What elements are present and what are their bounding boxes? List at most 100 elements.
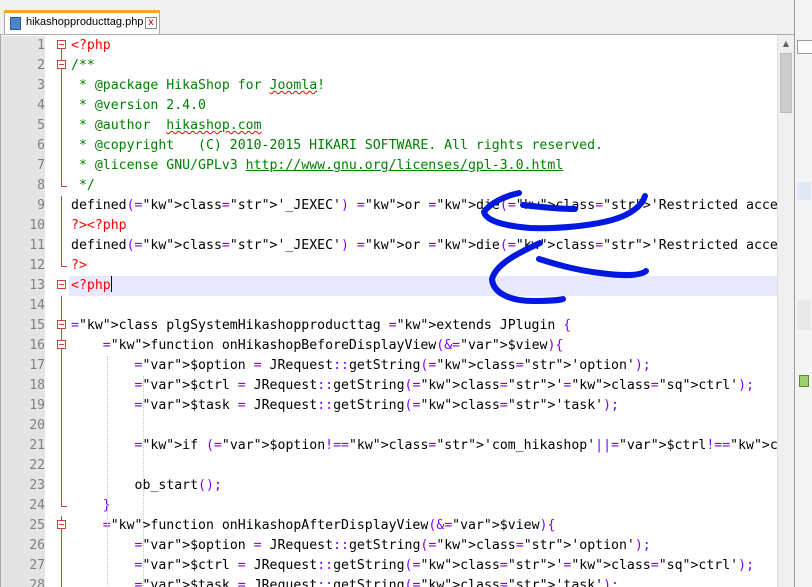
code-line[interactable]: 21 ="kw">if (="var">$option!=="kw">class… xyxy=(1,436,794,456)
text-caret xyxy=(110,276,112,292)
code-line[interactable]: 20 xyxy=(1,416,794,436)
code-line[interactable]: 22 xyxy=(1,456,794,476)
code-line[interactable]: 1 <?php xyxy=(1,36,794,56)
line-number-text: 21 xyxy=(29,438,45,453)
line-number-text: 2 xyxy=(37,58,45,73)
fold-line xyxy=(61,476,62,496)
code-line[interactable]: 28 ="var">$task = JRequest::getString(="… xyxy=(1,576,794,587)
line-number-text: 9 xyxy=(37,198,45,213)
fold-margin xyxy=(45,216,69,236)
line-number: 3 xyxy=(1,76,45,96)
line-number: 8 xyxy=(1,176,45,196)
code-text: <?php xyxy=(71,38,111,53)
fold-line xyxy=(61,376,62,396)
line-number-text: 27 xyxy=(29,558,45,573)
file-tab[interactable]: hikashopproducttag.php x xyxy=(4,10,160,34)
code-text: * @license GNU/GPLv3 http://www.gnu.org/… xyxy=(71,158,564,173)
line-number-text: 4 xyxy=(37,98,45,113)
fold-line xyxy=(61,436,62,456)
code-line[interactable]: 9 defined(="kw">class="str">'_JEXEC') ="k… xyxy=(1,196,794,216)
fold-margin xyxy=(45,276,69,296)
fold-toggle-icon[interactable] xyxy=(57,340,66,349)
line-number: 17 xyxy=(1,356,45,376)
code-editor[interactable]: 1 <?php 2 /** 3 * @package HikaShop for Joom… xyxy=(0,35,794,587)
line-number-text: 1 xyxy=(37,38,45,53)
fold-margin xyxy=(45,476,69,496)
file-tab-label: hikashopproducttag.php xyxy=(26,16,144,28)
fold-end-tick xyxy=(61,506,67,507)
background-window xyxy=(794,0,812,587)
code-line[interactable]: 18 ="var">$ctrl = JRequest::getString(="… xyxy=(1,376,794,396)
fold-margin xyxy=(45,436,69,456)
code-line[interactable]: 14 xyxy=(1,296,794,316)
line-number-text: 7 xyxy=(37,158,45,173)
line-number-text: 22 xyxy=(29,458,45,473)
line-number: 5 xyxy=(1,116,45,136)
fold-margin xyxy=(45,576,69,587)
line-number: 7 xyxy=(1,156,45,176)
line-number: 27 xyxy=(1,556,45,576)
line-number: 6 xyxy=(1,136,45,156)
fold-toggle-icon[interactable] xyxy=(57,40,66,49)
fold-line xyxy=(61,356,62,376)
code-line[interactable]: 26 ="var">$option = JRequest::getString(… xyxy=(1,536,794,556)
line-number: 23 xyxy=(1,476,45,496)
line-number: 19 xyxy=(1,396,45,416)
line-number-text: 20 xyxy=(29,418,45,433)
line-number-text: 3 xyxy=(37,78,45,93)
line-number-text: 5 xyxy=(37,118,45,133)
scroll-up-icon[interactable]: ▲ xyxy=(778,35,794,52)
line-number-text: 26 xyxy=(29,538,45,553)
fold-end-tick xyxy=(61,186,67,187)
code-text: ="var">$option = JRequest::getString(="k… xyxy=(134,538,651,553)
vertical-scrollbar[interactable]: ▲ xyxy=(777,35,794,587)
fold-margin xyxy=(45,456,69,476)
fold-line xyxy=(61,96,62,116)
fold-margin xyxy=(45,236,69,256)
fold-line xyxy=(61,49,62,56)
code-text: ="var">$option = JRequest::getString(="k… xyxy=(134,358,651,373)
fold-margin xyxy=(45,76,69,96)
code-line[interactable]: 24 } xyxy=(1,496,794,516)
indent-guide xyxy=(107,356,108,587)
fold-toggle-icon[interactable] xyxy=(57,320,66,329)
fold-line xyxy=(61,576,62,587)
code-line[interactable]: 5 * @author hikashop.com xyxy=(1,116,794,136)
line-number: 2 xyxy=(1,56,45,76)
code-line[interactable]: 23 ob_start(); xyxy=(1,476,794,496)
code-line[interactable]: 10 ?><?php xyxy=(1,216,794,236)
code-text: ="kw">function onHikashopBeforeDisplayVi… xyxy=(102,338,564,353)
code-line[interactable]: 8 */ xyxy=(1,176,794,196)
background-window-panel xyxy=(797,182,811,200)
scrollbar-thumb[interactable] xyxy=(780,53,792,113)
fold-margin xyxy=(45,116,69,136)
code-line[interactable]: 6 * @copyright (C) 2010-2015 HIKARI SOFT… xyxy=(1,136,794,156)
code-line[interactable]: 16 ="kw">function onHikashopBeforeDispla… xyxy=(1,336,794,356)
fold-margin xyxy=(45,176,69,196)
code-line[interactable]: 11 defined(="kw">class="str">'_JEXEC') ="… xyxy=(1,236,794,256)
fold-toggle-icon[interactable] xyxy=(57,60,66,69)
code-line[interactable]: 17 ="var">$option = JRequest::getString(… xyxy=(1,356,794,376)
line-number-text: 28 xyxy=(29,578,45,587)
code-text: } xyxy=(102,498,111,513)
code-line[interactable]: 3 * @package HikaShop for Joomla! xyxy=(1,76,794,96)
fold-toggle-icon[interactable] xyxy=(57,520,66,529)
close-tab-icon[interactable]: x xyxy=(145,17,157,29)
line-number-text: 8 xyxy=(37,178,45,193)
code-line[interactable]: 2 /** xyxy=(1,56,794,76)
code-line[interactable]: 25 ="kw">function onHikashopAfterDisplay… xyxy=(1,516,794,536)
fold-toggle-icon[interactable] xyxy=(57,280,66,289)
code-line[interactable]: 12 ?> xyxy=(1,256,794,276)
code-line[interactable]: 4 * @version 2.4.0 xyxy=(1,96,794,116)
fold-margin xyxy=(45,56,69,76)
code-line[interactable]: 13 <?php xyxy=(1,276,794,296)
code-line[interactable]: 19 ="var">$task = JRequest::getString(="… xyxy=(1,396,794,416)
line-number: 1 xyxy=(1,36,45,56)
code-line[interactable]: 7 * @license GNU/GPLv3 http://www.gnu.or… xyxy=(1,156,794,176)
background-window-control xyxy=(797,40,812,54)
fold-line xyxy=(61,196,62,216)
code-line[interactable]: 27 ="var">$ctrl = JRequest::getString(="… xyxy=(1,556,794,576)
fold-line xyxy=(61,536,62,556)
line-number: 11 xyxy=(1,236,45,256)
code-line[interactable]: 15 ="kw">class plgSystemHikashopproductta… xyxy=(1,316,794,336)
